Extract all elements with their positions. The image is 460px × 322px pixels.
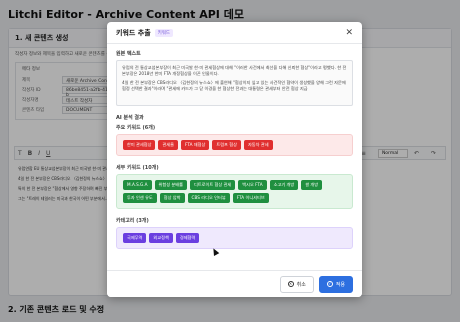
original-text-label: 원본 텍스트	[116, 51, 141, 57]
category-label: 카테고리 (3개)	[116, 218, 149, 224]
keyword-chip[interactable]: 위험성 분배률	[154, 180, 187, 190]
apply-label: 적용	[335, 281, 345, 288]
modal-badge: 키워드	[154, 28, 174, 37]
modal-body: 원본 텍스트 유럽의 전 통상교섭본부장이 최근 미국발 한·미 관세협상에 대…	[107, 44, 362, 270]
keyword-extract-modal: 키워드 추출 키워드 ✕ 원본 텍스트 유럽의 전 통상교섭본부장이 최근 미국…	[107, 22, 362, 297]
modal-footer: × 취소 ✓ 적용	[107, 270, 362, 297]
modal-header: 키워드 추출 키워드 ✕	[107, 22, 362, 44]
keyword-chip[interactable]: 협상 압박	[159, 193, 185, 203]
keyword-chip[interactable]: CBS 라디오 인터뷰	[187, 193, 230, 203]
keyword-chip[interactable]: 트럼프 협상	[212, 140, 241, 150]
keyword-chip[interactable]: 한미 관세협상	[123, 140, 156, 150]
category-chip[interactable]: 외교정책	[149, 233, 173, 243]
original-text-box: 유럽의 전 통상교섭본부장이 최근 미국발 한·미 관세협상에 대해 "이러한 …	[116, 60, 353, 106]
category-box: 국제무역 외교정책 경제협력	[116, 227, 353, 249]
main-keywords-box: 한미 관세협상 관세율 FTA 재협상 트럼프 협상 자동차 관세	[116, 134, 353, 156]
check-icon: ✓	[326, 281, 333, 287]
keyword-chip[interactable]: 쌀 개방	[301, 180, 323, 190]
keyword-chip[interactable]: 관세율	[158, 140, 179, 150]
keyword-chip[interactable]: FTA 이니셔티브	[232, 193, 269, 203]
original-paragraph: 유럽의 전 통상교섭본부장이 최근 미국발 한·미 관세협상에 대해 "이러한 …	[122, 65, 347, 76]
keyword-chip[interactable]: 백시오 FTA	[238, 180, 267, 190]
detail-keywords-box: M.A.S.G.A 위험성 분배률 디트로이트 협상 관세 백시오 FTA 소고…	[116, 174, 353, 209]
cancel-button[interactable]: × 취소	[279, 275, 314, 293]
detail-keywords-label: 세부 키워드 (10개)	[116, 165, 159, 171]
category-chip[interactable]: 경제협력	[175, 233, 200, 243]
modal-title: 키워드 추출	[116, 28, 151, 37]
cancel-icon: ×	[287, 281, 294, 287]
main-keywords-label: 주요 키워드 (6개)	[116, 125, 156, 131]
keyword-chip[interactable]: M.A.S.G.A	[123, 180, 152, 190]
keyword-chip[interactable]: 디트로이트 협상 관세	[189, 180, 236, 190]
keyword-chip[interactable]: 투자 인센 유도	[123, 193, 157, 203]
keyword-chip[interactable]: 소고기 개방	[269, 180, 299, 190]
close-icon[interactable]: ✕	[345, 28, 353, 38]
apply-button[interactable]: ✓ 적용	[318, 275, 353, 293]
category-chip[interactable]: 국제무역	[123, 233, 147, 243]
original-paragraph: 4일 한 전 본부장은 CBS라디오 〈김현정의 뉴스쇼〉에 출연해 "협상이지…	[122, 80, 346, 91]
keyword-chip[interactable]: FTA 재협상	[181, 140, 210, 150]
keyword-chip[interactable]: 자동차 관세	[243, 140, 273, 150]
cancel-label: 취소	[296, 281, 306, 288]
ai-result-title: AI 분석 결과	[116, 115, 144, 121]
